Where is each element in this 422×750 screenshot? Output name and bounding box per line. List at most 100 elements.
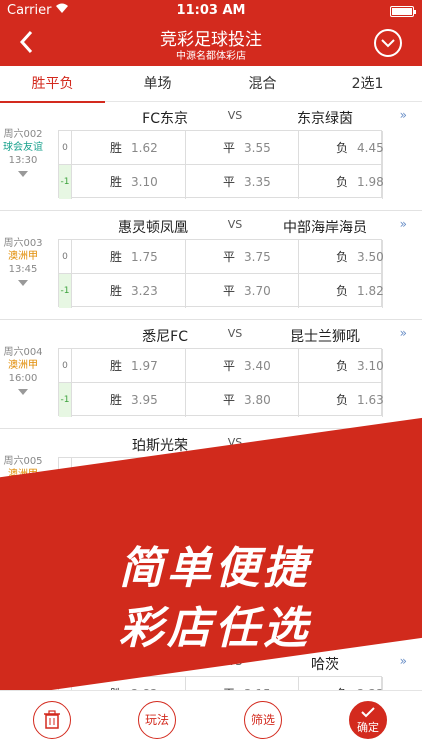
home-team: 惠灵顿凤凰	[118, 220, 188, 236]
outcome-label: 平	[223, 175, 236, 189]
handicap-label: -1	[59, 274, 72, 308]
confirm-button[interactable]: 确定	[349, 701, 387, 739]
tab-single[interactable]: 单场	[105, 66, 210, 102]
odds-value: 3.80	[244, 393, 271, 407]
odds-cell-lose[interactable]: 负 4.45	[299, 131, 384, 165]
odds-value: 4.45	[357, 141, 384, 155]
match-teams: 惠灵顿凤凰 VS 中部海岸海员	[58, 211, 382, 241]
dropdown-button[interactable]	[374, 29, 402, 57]
outcome-label: 胜	[110, 393, 123, 407]
outcome-label: 负	[336, 175, 349, 189]
outcome-label: 负	[336, 284, 349, 298]
odds-value: 1.63	[357, 393, 384, 407]
odds-cell-win[interactable]: 胜 3.95	[73, 383, 186, 417]
home-team: FC东京	[142, 111, 188, 127]
odds-cell-lose[interactable]: 负 3.10	[299, 349, 384, 383]
vs-label: VS	[227, 327, 243, 340]
odds-value: 3.10	[357, 359, 384, 373]
chevron-down-icon	[381, 39, 395, 48]
odds-cell-lose[interactable]: 负 3.50	[299, 240, 384, 274]
outcome-label: 平	[223, 359, 236, 373]
odds-cell-win[interactable]: 胜 1.62	[73, 131, 186, 165]
odds-cell-lose[interactable]: 负 1.82	[299, 274, 384, 308]
expand-caret-icon[interactable]	[18, 389, 28, 395]
tab-mixed[interactable]: 混合	[210, 66, 315, 102]
handicap-label: -1	[59, 383, 72, 417]
banner-line-2: 彩店任选	[119, 603, 311, 654]
handicap-label: -1	[59, 165, 72, 199]
handicap-label: 0	[59, 240, 72, 274]
expand-caret-icon[interactable]	[18, 171, 28, 177]
league-name: 澳洲甲	[8, 251, 38, 262]
banner-line-1: 简单便捷	[119, 543, 311, 594]
odds-cell-draw[interactable]: 平 3.35	[186, 165, 299, 199]
rules-button[interactable]: 玩法	[138, 701, 176, 739]
odds-value: 1.82	[357, 284, 384, 298]
tab-win-draw-lose[interactable]: 胜平负	[0, 66, 105, 103]
vs-label: VS	[227, 218, 243, 231]
outcome-label: 胜	[110, 250, 123, 264]
odds-value: 3.95	[131, 393, 158, 407]
odds-value: 3.55	[244, 141, 271, 155]
match-row: 惠灵顿凤凰 VS 中部海岸海员» 周六003 澳洲甲 13:45 0 胜 1.75 平 3.75 负 3…	[0, 211, 422, 320]
handicap-label: 0	[59, 349, 72, 383]
odds-value: 3.23	[131, 284, 158, 298]
league-name: 球会友谊	[3, 142, 43, 153]
outcome-label: 胜	[110, 359, 123, 373]
outcome-label: 平	[223, 250, 236, 264]
promo-banner: 简单便捷 彩店任选	[0, 413, 422, 700]
play-type-tabs: 胜平负 单场 混合 2选1	[0, 66, 422, 103]
expand-caret-icon[interactable]	[18, 280, 28, 286]
odds-grid: 0 胜 1.97 平 3.40 负 3.10 -1 胜 3.95 平 3.80 负 1.63	[58, 348, 384, 417]
check-icon	[361, 707, 375, 718]
trash-icon	[44, 710, 60, 729]
odds-cell-lose[interactable]: 负 1.98	[299, 165, 384, 199]
odds-value: 1.62	[131, 141, 158, 155]
clear-button[interactable]	[33, 701, 71, 739]
odds-cell-lose[interactable]: 负 1.63	[299, 383, 384, 417]
match-id: 周六003	[3, 238, 43, 249]
odds-cell-win[interactable]: 胜 1.97	[73, 349, 186, 383]
match-detail-arrow[interactable]: »	[400, 108, 407, 122]
match-id: 周六005	[3, 456, 43, 467]
odds-value: 3.10	[131, 175, 158, 189]
match-meta: 周六004 澳洲甲 16:00	[0, 346, 46, 395]
match-teams: FC东京 VS 东京绿茵	[58, 102, 382, 132]
odds-value: 3.75	[244, 250, 271, 264]
odds-cell-win[interactable]: 胜 3.10	[73, 165, 186, 199]
match-detail-arrow[interactable]: »	[400, 326, 407, 340]
outcome-label: 平	[223, 141, 236, 155]
match-id: 周六004	[3, 347, 43, 358]
odds-cell-draw[interactable]: 平 3.70	[186, 274, 299, 308]
handicap-label: 0	[59, 131, 72, 165]
home-team: 珀斯光荣	[132, 438, 188, 454]
nav-header: Carrier 11:03 AM 竞彩足球投注 中源名都体彩店	[0, 0, 422, 66]
odds-value: 3.40	[244, 359, 271, 373]
kickoff-time: 13:30	[8, 155, 38, 166]
kickoff-time: 16:00	[8, 373, 38, 384]
match-meta: 周六002 球会友谊 13:30	[0, 128, 46, 177]
match-id: 周六002	[3, 129, 43, 140]
odds-cell-draw[interactable]: 平 3.80	[186, 383, 299, 417]
odds-cell-draw[interactable]: 平 3.55	[186, 131, 299, 165]
filter-button[interactable]: 筛选	[244, 701, 282, 739]
odds-value: 3.35	[244, 175, 271, 189]
tab-two-choose-one[interactable]: 2选1	[315, 66, 420, 102]
odds-cell-draw[interactable]: 平 3.75	[186, 240, 299, 274]
away-team: 东京绿茵	[297, 111, 353, 127]
confirm-label: 确定	[357, 721, 379, 734]
outcome-label: 胜	[110, 284, 123, 298]
match-detail-arrow[interactable]: »	[400, 217, 407, 231]
odds-cell-draw[interactable]: 平 3.40	[186, 349, 299, 383]
store-name: 中源名都体彩店	[176, 51, 246, 62]
outcome-label: 负	[336, 141, 349, 155]
odds-value: 1.97	[131, 359, 158, 373]
odds-value: 3.70	[244, 284, 271, 298]
outcome-label: 负	[336, 250, 349, 264]
bottom-toolbar: 玩法 筛选 确定	[0, 690, 422, 750]
odds-value: 1.98	[357, 175, 384, 189]
odds-cell-win[interactable]: 胜 1.75	[73, 240, 186, 274]
clock: 11:03 AM	[176, 3, 246, 18]
odds-value: 1.75	[131, 250, 158, 264]
odds-cell-win[interactable]: 胜 3.23	[73, 274, 186, 308]
